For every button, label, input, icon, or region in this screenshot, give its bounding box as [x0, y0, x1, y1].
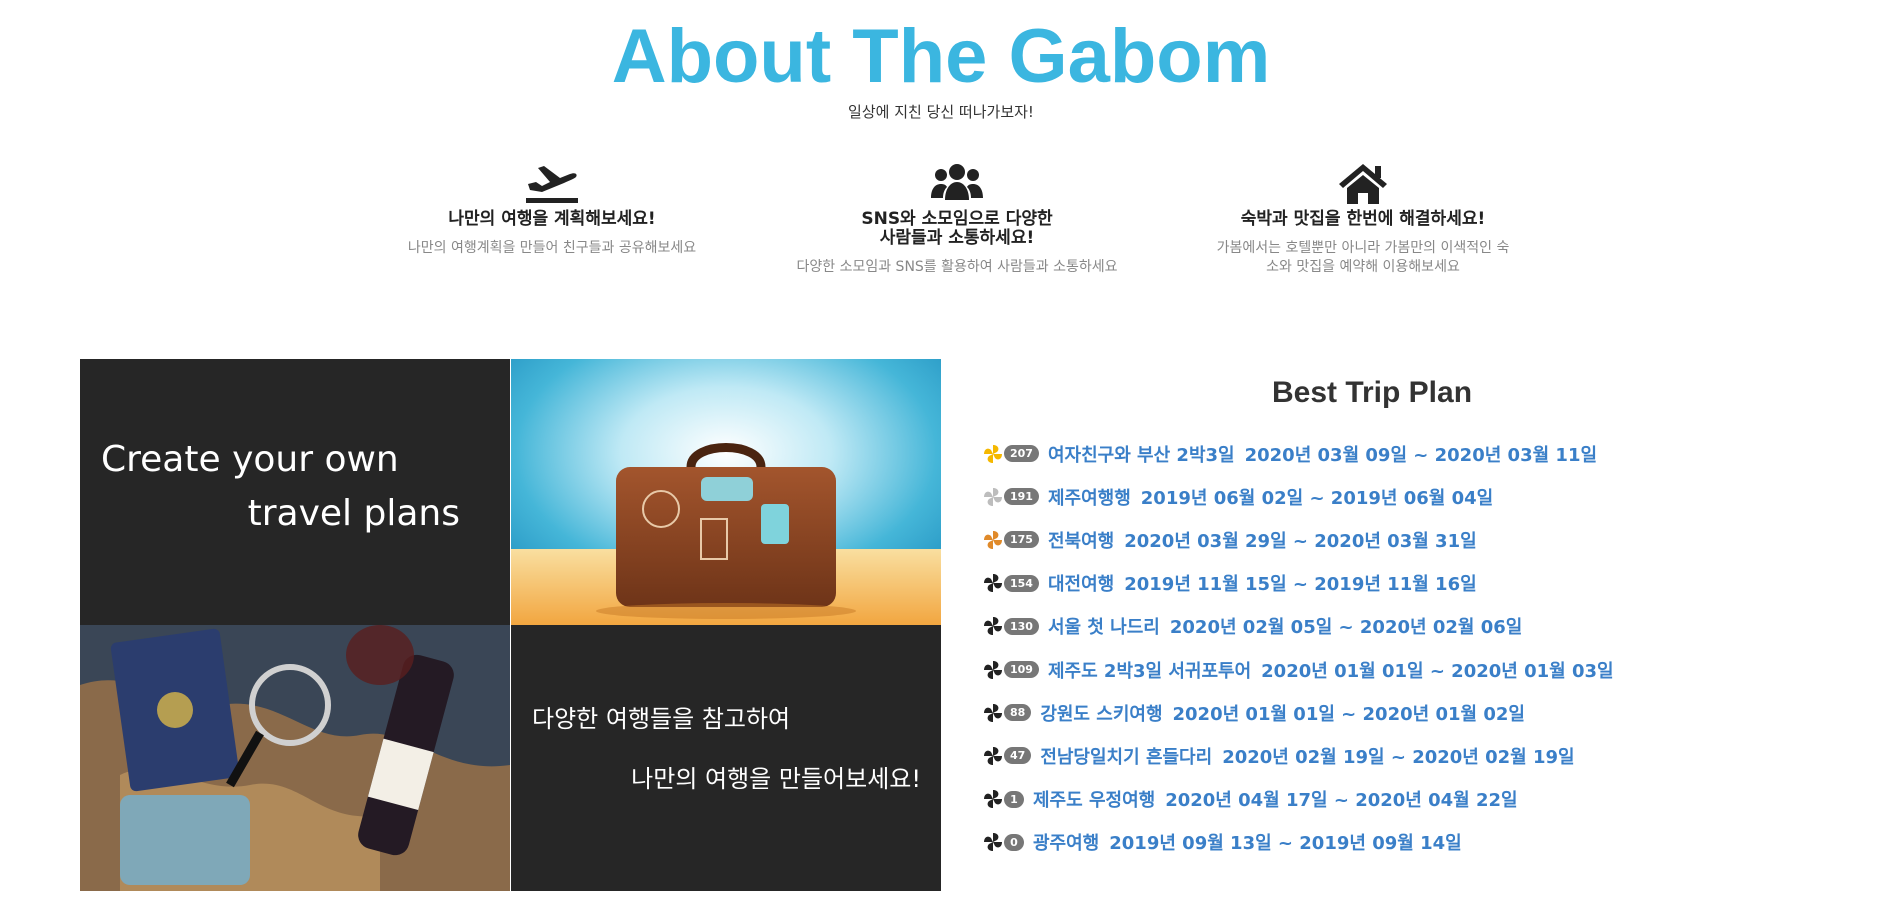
plan-name-link[interactable]: 여자친구와 부산 2박3일: [1048, 441, 1235, 467]
view-count-badge: 109: [1004, 661, 1039, 679]
create-plans-line1: Create your own: [101, 439, 399, 480]
view-count-badge: 175: [1004, 531, 1039, 549]
features-section: 나만의 여행을 계획해보세요! 나만의 여행계획을 만들어 친구들과 공유해보세…: [0, 160, 1882, 300]
plan-dates: 2019년 11월 15일 ~ 2019년 11월 16일: [1124, 574, 1477, 596]
feature-plan: 나만의 여행을 계획해보세요! 나만의 여행계획을 만들어 친구들과 공유해보세…: [372, 160, 732, 258]
plan-name-link[interactable]: 전북여행: [1048, 527, 1114, 553]
suitcase-image: [511, 359, 941, 625]
list-item[interactable]: 175 전북여행 2020년 03월 29일 ~ 2020년 03월 31일: [982, 518, 1862, 561]
plan-name-link[interactable]: 서울 첫 나드리: [1048, 613, 1160, 639]
reference-line2: 나만의 여행을 만들어보세요!: [631, 765, 921, 793]
view-count-badge: 191: [1004, 488, 1039, 506]
feature-title: 나만의 여행을 계획해보세요!: [448, 209, 656, 229]
list-item[interactable]: 1 제주도 우정여행 2020년 04월 17일 ~ 2020년 04월 22일: [982, 778, 1862, 821]
feature-title: 숙박과 맛집을 한번에 해결하세요!: [1240, 209, 1486, 229]
view-count-badge: 88: [1004, 704, 1032, 722]
medal-black-icon: [984, 660, 1002, 679]
plan-name-link[interactable]: 광주여행: [1033, 829, 1099, 855]
plan-dates: 2019년 09월 13일 ~ 2019년 09월 14일: [1109, 833, 1462, 855]
feature-description: 다양한 소모임과 SNS를 활용하여 사람들과 소통하세요: [796, 259, 1118, 275]
plan-name-link[interactable]: 제주도 2박3일 서귀포투어: [1048, 657, 1251, 683]
plan-name-link[interactable]: 강원도 스키여행: [1040, 700, 1162, 726]
plan-name-link[interactable]: 대전여행: [1048, 570, 1114, 596]
plan-dates: 2020년 04월 17일 ~ 2020년 04월 22일: [1165, 790, 1518, 812]
view-count-badge: 1: [1004, 790, 1024, 808]
plan-dates: 2019년 06월 02일 ~ 2019년 06월 04일: [1140, 487, 1494, 509]
medal-black-icon: [984, 617, 1002, 636]
page-title: About The Gabom: [611, 14, 1271, 99]
feature-title-line1: SNS와 소모임으로 다양한: [861, 209, 1053, 229]
plan-dates: 2020년 03월 09일 ~ 2020년 03월 11일: [1244, 444, 1598, 466]
view-count-badge: 0: [1004, 833, 1024, 851]
plan-name-link[interactable]: 제주도 우정여행: [1033, 786, 1155, 812]
list-item[interactable]: 207 여자친구와 부산 2박3일 2020년 03월 09일 ~ 2020년 03…: [982, 432, 1862, 475]
list-item[interactable]: 130 서울 첫 나드리 2020년 02월 05일 ~ 2020년 02월 06일: [982, 605, 1862, 648]
plan-dates: 2020년 02월 05일 ~ 2020년 02월 06일: [1169, 617, 1523, 639]
plan-name-link[interactable]: 제주여행행: [1048, 484, 1131, 510]
plan-dates: 2020년 02월 19일 ~ 2020년 02월 19일: [1222, 746, 1575, 768]
feature-lodging: 숙박과 맛집을 한번에 해결하세요! 가봄에서는 호텔뿐만 아니라 가봄만의 이…: [1183, 160, 1543, 277]
best-trip-title: Best Trip Plan: [1271, 376, 1473, 409]
feature-title-line2: 사람들과 소통하세요!: [879, 228, 1035, 248]
map-passport-illustration: [80, 625, 510, 891]
best-trip-list: 207 여자친구와 부산 2박3일 2020년 03월 09일 ~ 2020년 03…: [982, 432, 1862, 864]
medal-black-icon: [984, 574, 1002, 593]
create-plans-tile: Create your own travel plans: [80, 359, 510, 625]
feature-description: 나만의 여행계획을 만들어 친구들과 공유해보세요: [407, 240, 697, 256]
list-item[interactable]: 88 강원도 스키여행 2020년 01월 01일 ~ 2020년 01월 02일: [982, 691, 1862, 734]
promo-grid: Create your own travel plans 다양한 여행들을 참고…: [80, 359, 941, 891]
view-count-badge: 154: [1004, 574, 1039, 592]
medal-black-icon: [984, 703, 1002, 722]
reference-trips-tile: 다양한 여행들을 참고하여 나만의 여행을 만들어보세요!: [511, 625, 941, 891]
feature-sns: SNS와 소모임으로 다양한 사람들과 소통하세요! 다양한 소모임과 SNS를…: [777, 160, 1137, 277]
airplane-departure-icon: [526, 166, 578, 203]
list-item[interactable]: 154 대전여행 2019년 11월 15일 ~ 2019년 11월 16일: [982, 562, 1862, 605]
travel-map-image: [80, 625, 510, 891]
view-count-badge: 47: [1004, 747, 1032, 765]
list-item[interactable]: 0 광주여행 2019년 09월 13일 ~ 2019년 09월 14일: [982, 821, 1862, 864]
plan-dates: 2020년 01월 01일 ~ 2020년 01월 02일: [1172, 703, 1525, 725]
reference-line1: 다양한 여행들을 참고하여: [532, 705, 791, 733]
view-count-badge: 207: [1004, 445, 1039, 463]
plan-dates: 2020년 03월 29일 ~ 2020년 03월 31일: [1124, 530, 1477, 552]
medal-black-icon: [984, 746, 1002, 765]
medal-black-icon: [984, 833, 1002, 852]
view-count-badge: 130: [1004, 617, 1039, 635]
medal-black-icon: [984, 790, 1002, 809]
list-item[interactable]: 109 제주도 2박3일 서귀포투어 2020년 01월 01일 ~ 2020년 0…: [982, 648, 1862, 691]
users-group-icon: [931, 164, 983, 200]
list-item[interactable]: 191 제주여행행 2019년 06월 02일 ~ 2019년 06월 04일: [982, 475, 1862, 518]
create-plans-line2: travel plans: [247, 493, 460, 534]
medal-gold-icon: [984, 444, 1002, 463]
feature-title: SNS와 소모임으로 다양한 사람들과 소통하세요!: [777, 210, 1137, 248]
plan-dates: 2020년 01월 01일 ~ 2020년 01월 03일: [1261, 660, 1614, 682]
plan-name-link[interactable]: 전남당일치기 흔들다리: [1040, 743, 1212, 769]
suitcase-illustration: [511, 359, 941, 625]
page-subtitle: 일상에 지친 당신 떠나가보자!: [848, 103, 1034, 121]
medal-silver-icon: [984, 487, 1002, 506]
home-icon: [1339, 164, 1387, 204]
list-item[interactable]: 47 전남당일치기 흔들다리 2020년 02월 19일 ~ 2020년 02월 1…: [982, 734, 1862, 777]
feature-description: 가봄에서는 호텔뿐만 아니라 가봄만의 이색적인 숙소와 맛집을 예약해 이용해…: [1216, 240, 1510, 275]
medal-bronze-icon: [984, 530, 1002, 549]
